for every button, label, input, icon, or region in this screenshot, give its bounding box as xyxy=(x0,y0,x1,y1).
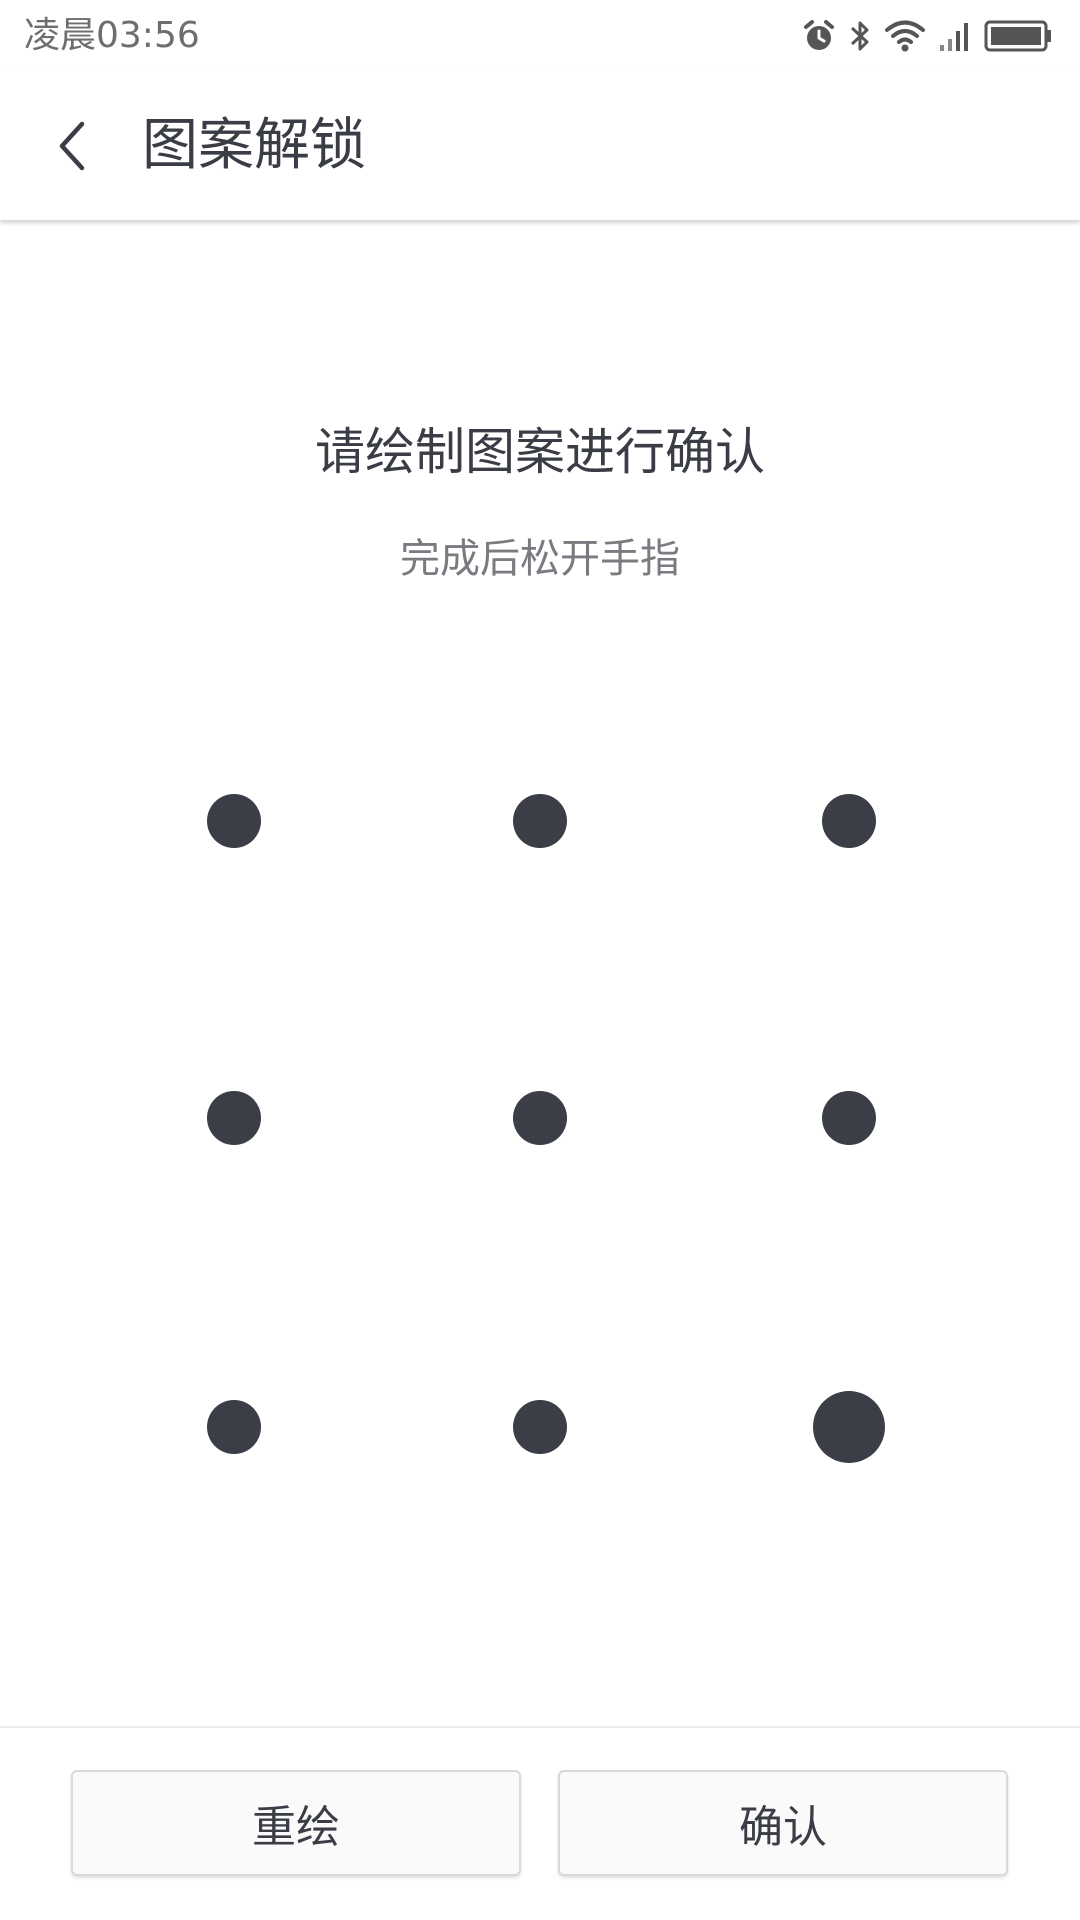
pattern-dot-9[interactable] xyxy=(813,1391,885,1463)
back-button[interactable] xyxy=(36,110,108,182)
prompt-subtitle: 完成后松开手指 xyxy=(400,536,680,582)
pattern-dot-5[interactable] xyxy=(513,1091,567,1145)
app-bar: 图案解锁 xyxy=(0,72,1080,220)
pattern-dot-2[interactable] xyxy=(513,794,567,848)
wifi-icon xyxy=(884,19,926,53)
pattern-dot-8[interactable] xyxy=(513,1400,567,1454)
chevron-left-icon xyxy=(59,121,85,171)
pattern-dot-7[interactable] xyxy=(207,1400,261,1454)
pattern-dot-1[interactable] xyxy=(207,794,261,848)
status-time: 凌晨03:56 xyxy=(24,15,200,56)
battery-icon xyxy=(984,19,1054,53)
pattern-dot-4[interactable] xyxy=(207,1091,261,1145)
prompt-title: 请绘制图案进行确认 xyxy=(315,423,765,481)
status-bar: 凌晨03:56 xyxy=(0,0,1080,72)
bottom-divider xyxy=(0,1726,1080,1728)
page-title: 图案解锁 xyxy=(142,113,366,178)
pattern-dot-6[interactable] xyxy=(822,1091,876,1145)
signal-icon xyxy=(938,19,972,53)
redraw-button[interactable]: 重绘 xyxy=(71,1770,521,1876)
status-icons xyxy=(802,18,1054,54)
bluetooth-icon xyxy=(848,18,872,54)
confirm-button[interactable]: 确认 xyxy=(558,1770,1008,1876)
pattern-dot-3[interactable] xyxy=(822,794,876,848)
pattern-unlock-screen: 凌晨03:56 图案解锁 请绘制图案进行确认 完成后松开手指 重绘 确认 xyxy=(0,0,1080,1920)
pattern-grid[interactable] xyxy=(0,0,1080,1920)
alarm-icon xyxy=(802,19,836,53)
